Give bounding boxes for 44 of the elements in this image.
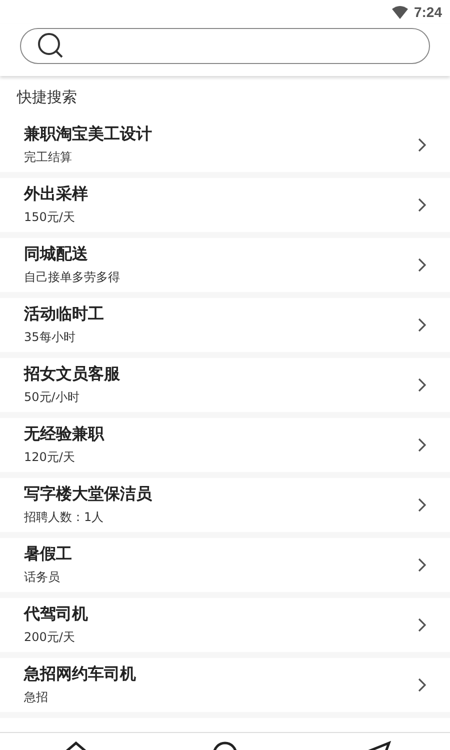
job-list-item[interactable]: 代驾司机 200元/天 [0, 598, 450, 652]
job-subtitle: 50元/小时 [24, 389, 80, 406]
job-title: 活动临时工 [24, 304, 105, 325]
wifi-icon [392, 6, 408, 18]
job-list-item[interactable]: 外出采样 150元/天 [0, 178, 450, 232]
job-title: 写字楼大堂保洁员 [24, 484, 153, 505]
job-subtitle: 120元/天 [24, 449, 76, 466]
job-subtitle: 招聘人数：1人 [24, 509, 105, 526]
job-subtitle: 话务员 [24, 569, 61, 586]
job-title: 暑假工 [24, 544, 73, 565]
chevron-right-icon [418, 438, 426, 452]
job-list-item[interactable]: 暑假工 话务员 [0, 538, 450, 592]
job-list-item[interactable]: 活动临时工 35每小时 [0, 298, 450, 352]
job-title: 急招网约车司机 [24, 664, 137, 685]
job-list-item[interactable]: 同城配送 自己接单多劳多得 [0, 238, 450, 292]
job-title: 招女文员客服 [24, 364, 121, 385]
job-title: 兼职淘宝美工设计 [24, 124, 153, 145]
job-subtitle: 35每小时 [24, 329, 76, 346]
chevron-right-icon [418, 378, 426, 392]
job-title: 无经验兼职 [24, 424, 106, 445]
job-title: 同城配送 [24, 244, 89, 265]
job-title: 代驾司机 [24, 604, 89, 625]
status-time: 7:24 [414, 4, 442, 20]
job-subtitle: 完工结算 [24, 149, 73, 166]
job-list-item[interactable]: 写字楼大堂保洁员 招聘人数：1人 [0, 478, 450, 532]
job-list-item[interactable]: 兼职淘宝美工设计 完工结算 [0, 118, 450, 172]
chevron-right-icon [418, 558, 426, 572]
chevron-right-icon [418, 198, 426, 212]
job-subtitle: 200元/天 [24, 629, 76, 646]
job-list-item[interactable]: 招女文员客服 50元/小时 [0, 358, 450, 412]
chevron-right-icon [418, 498, 426, 512]
job-list-item[interactable]: 无经验兼职 120元/天 [0, 418, 450, 472]
chevron-right-icon [418, 618, 426, 632]
search-field[interactable] [20, 28, 430, 64]
job-list-item[interactable]: 急招网约车司机 急招 [0, 658, 450, 712]
job-subtitle: 急招 [24, 689, 49, 706]
chevron-right-icon [418, 678, 426, 692]
chevron-right-icon [418, 258, 426, 272]
section-title: 快捷搜索 [17, 88, 77, 106]
chevron-right-icon [418, 138, 426, 152]
job-subtitle: 自己接单多劳多得 [24, 269, 121, 286]
chevron-right-icon [418, 318, 426, 332]
job-title: 外出采样 [24, 184, 89, 205]
job-subtitle: 150元/天 [24, 209, 76, 226]
